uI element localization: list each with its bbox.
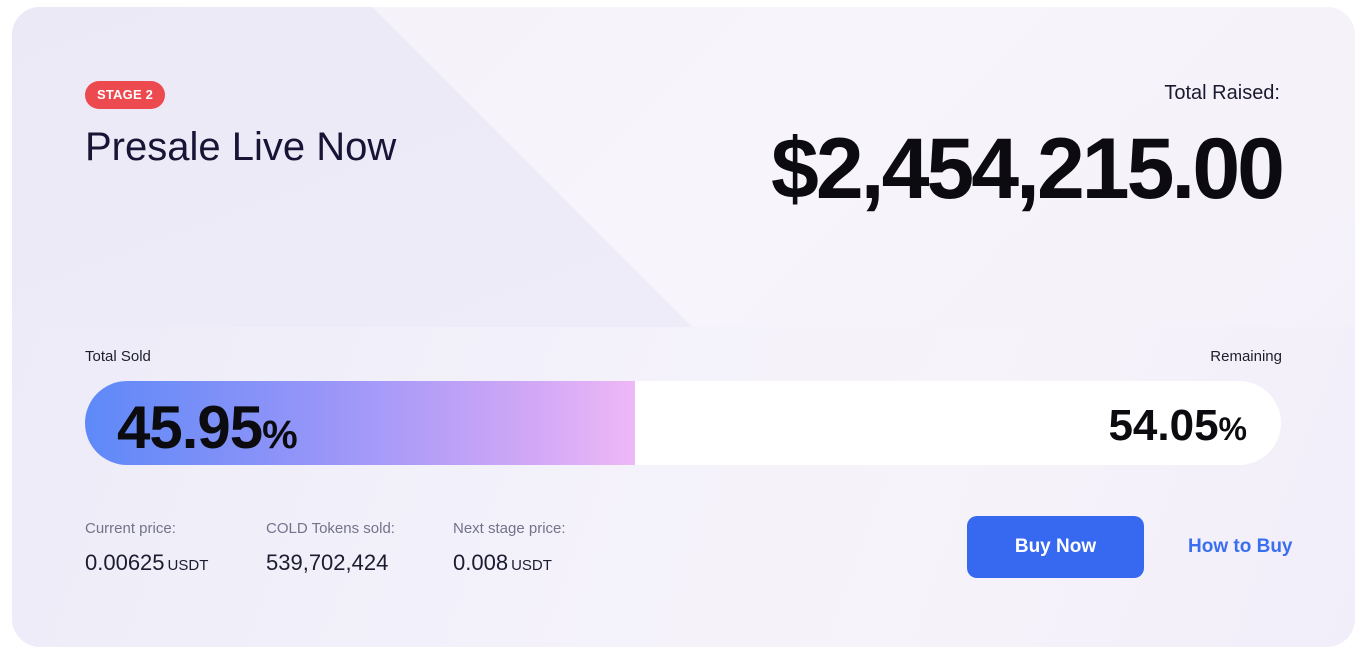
stat-number: 0.00625	[85, 550, 165, 575]
page-title: Presale Live Now	[85, 125, 397, 169]
sold-percent-unit: %	[262, 413, 298, 457]
total-sold-label: Total Sold	[85, 348, 151, 365]
stat-unit: USDT	[167, 557, 209, 574]
buy-now-button[interactable]: Buy Now	[967, 516, 1144, 578]
remaining-percent-unit: %	[1218, 411, 1247, 447]
presale-card: STAGE 2 Presale Live Now Total Raised: $…	[12, 7, 1355, 647]
stat-label: COLD Tokens sold:	[266, 520, 395, 537]
total-raised-value: $2,454,215.00	[771, 121, 1285, 217]
stat-label: Current price:	[85, 520, 176, 537]
progress-bar: 45.95% 54.05%	[85, 381, 1281, 465]
sold-percent: 45.95%	[117, 393, 298, 462]
stat-tokens-sold: COLD Tokens sold: 539,702,424	[266, 520, 395, 576]
total-raised-label: Total Raised:	[1164, 82, 1280, 104]
how-to-buy-link[interactable]: How to Buy	[1188, 536, 1293, 558]
stat-value: 539,702,424	[266, 550, 395, 576]
stat-value: 0.008 USDT	[453, 550, 566, 576]
stat-unit: USDT	[511, 557, 552, 574]
stat-current-price: Current price: 0.00625 USDT	[85, 520, 208, 576]
stat-number: 539,702,424	[266, 550, 389, 575]
remaining-label: Remaining	[1210, 348, 1282, 365]
stage-badge: STAGE 2	[85, 81, 166, 109]
stat-value: 0.00625 USDT	[85, 550, 208, 576]
stat-number: 0.008	[453, 550, 509, 575]
stat-label: Next stage price:	[453, 520, 566, 537]
sold-percent-value: 45.95	[117, 394, 263, 461]
stat-next-stage-price: Next stage price: 0.008 USDT	[453, 520, 566, 576]
remaining-percent-value: 54.05	[1108, 401, 1219, 450]
remaining-percent: 54.05%	[1108, 401, 1247, 451]
